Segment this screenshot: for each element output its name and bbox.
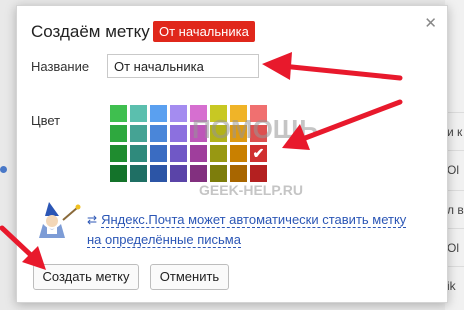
autolabel-promo: ⇄ Яндекс.Почта может автоматически ставит… — [87, 210, 417, 250]
color-swatch[interactable] — [190, 165, 207, 182]
color-swatch[interactable] — [170, 145, 187, 162]
close-icon[interactable]: ✕ — [424, 14, 437, 32]
color-swatch[interactable] — [250, 165, 267, 182]
dialog-title: Создаём метку — [31, 22, 150, 41]
color-palette: ✔ — [110, 105, 272, 185]
color-swatch[interactable] — [150, 165, 167, 182]
color-swatch[interactable] — [230, 125, 247, 142]
color-swatch[interactable] — [230, 165, 247, 182]
autolabel-link[interactable]: Яндекс.Почта может автоматически ставить… — [101, 212, 407, 228]
color-swatch[interactable] — [250, 105, 267, 122]
background-row-text: и к — [447, 125, 463, 139]
color-swatch[interactable] — [210, 165, 227, 182]
color-swatch[interactable] — [210, 125, 227, 142]
label-preview-badge: От начальника — [153, 21, 255, 42]
exchange-icon: ⇄ — [87, 213, 98, 227]
color-swatch[interactable] — [130, 105, 147, 122]
color-swatch[interactable] — [210, 105, 227, 122]
label-name-input[interactable] — [107, 54, 259, 78]
color-swatch[interactable] — [190, 125, 207, 142]
color-swatch[interactable] — [190, 105, 207, 122]
color-swatch[interactable] — [230, 145, 247, 162]
color-swatch[interactable] — [170, 105, 187, 122]
name-label: Название — [31, 59, 90, 74]
color-label: Цвет — [31, 113, 61, 128]
color-swatch[interactable] — [110, 105, 127, 122]
color-swatch[interactable] — [170, 165, 187, 182]
unread-dot — [0, 166, 7, 173]
color-swatch[interactable] — [250, 125, 267, 142]
background-row-text: Ol — [447, 241, 459, 255]
create-label-dialog: Создаём метку От начальника ✕ Название Ц… — [16, 5, 448, 303]
checkmark-icon: ✔ — [252, 145, 265, 161]
color-swatch[interactable] — [130, 165, 147, 182]
color-swatch[interactable] — [110, 145, 127, 162]
color-swatch[interactable] — [190, 145, 207, 162]
cancel-button[interactable]: Отменить — [150, 264, 229, 290]
color-swatch[interactable] — [170, 125, 187, 142]
wizard-icon — [39, 202, 81, 238]
color-swatch[interactable] — [150, 125, 167, 142]
background-row-text: Ol — [447, 163, 459, 177]
color-swatch[interactable] — [150, 105, 167, 122]
color-swatch[interactable] — [210, 145, 227, 162]
color-swatch[interactable] — [130, 125, 147, 142]
background-row-text: л в — [447, 203, 464, 217]
create-label-button[interactable]: Создать метку — [33, 264, 139, 290]
background-row-text: ik — [447, 279, 456, 293]
autolabel-link-continued[interactable]: на определённые письма — [87, 232, 241, 248]
color-swatch[interactable] — [230, 105, 247, 122]
color-swatch[interactable]: ✔ — [250, 145, 267, 162]
color-swatch[interactable] — [110, 165, 127, 182]
color-swatch[interactable] — [130, 145, 147, 162]
color-swatch[interactable] — [110, 125, 127, 142]
color-swatch[interactable] — [150, 145, 167, 162]
